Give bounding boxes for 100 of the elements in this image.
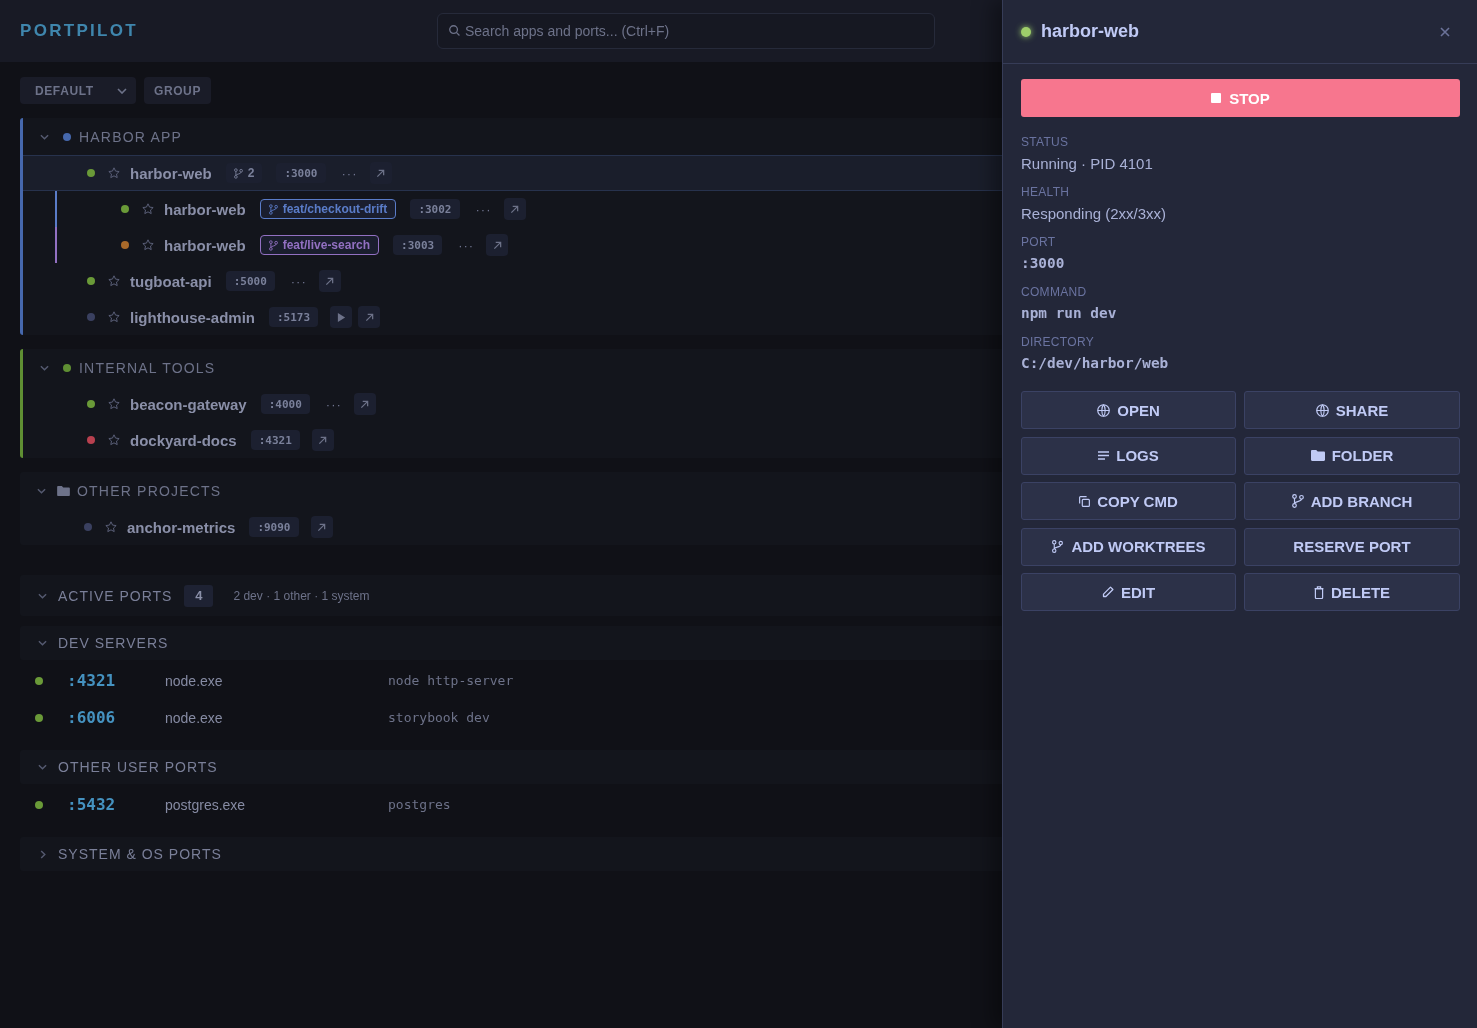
section-title: ACTIVE PORTS [58,587,173,604]
open-button[interactable] [369,162,392,184]
close-button[interactable] [1439,25,1451,38]
app-name: harbor-web [164,236,246,254]
group-title: HARBOR APP [79,128,183,145]
open-button[interactable] [353,393,376,415]
field-label: COMMAND [1021,284,1088,300]
logs-button[interactable]: LOGS [1021,436,1236,475]
share-button[interactable]: SHARE [1244,391,1460,429]
app-name: harbor-web [164,200,246,218]
caret-icon[interactable] [40,133,49,140]
arrow-icon [492,240,502,250]
app-row[interactable]: anchor-metrics :9090 [20,509,1002,545]
worktrees-button[interactable]: ADD WORKTREES [1021,527,1236,566]
search-field[interactable]: Search apps and ports... (Ctrl+F) [437,13,935,49]
port-number: :4321 [67,671,117,690]
app-name: anchor-metrics [127,518,236,536]
app-name: lighthouse-admin [130,308,255,326]
branch-icon [268,203,278,215]
open-button[interactable] [358,306,381,328]
field-label: HEALTH [1021,184,1071,200]
caret-icon[interactable] [38,640,47,646]
group-title: INTERNAL TOOLS [79,359,216,376]
branch-name: feat/live-search [282,238,371,252]
app-row[interactable]: harbor-web 2 :3000 ··· [23,155,1002,191]
port-badge: :5173 [269,307,319,327]
star-icon[interactable] [108,398,120,410]
star-icon[interactable] [142,203,154,215]
process-name: node.exe [165,709,224,726]
edit-button[interactable]: EDIT [1021,573,1236,611]
app-name: tugboat-api [130,272,212,290]
star-icon[interactable] [108,167,120,179]
copy-button[interactable]: COPY CMD [1021,482,1236,520]
port-badge: :3000 [276,163,326,183]
trash-icon [1313,585,1324,599]
caret-icon[interactable] [40,849,46,859]
field-label: PORT [1021,234,1057,250]
command-text: postgres [388,797,451,812]
delete-button[interactable]: DELETE [1244,573,1460,611]
branch-icon [268,239,278,251]
caret-icon [117,87,127,94]
open-button[interactable] [486,234,509,256]
app-row[interactable]: tugboat-api :5000 ··· [23,263,1002,299]
star-icon[interactable] [142,239,154,251]
arrow-icon [510,204,519,214]
app-row[interactable]: dockyard-docs :4321 [23,422,1002,458]
app-row[interactable]: harbor-web feat/live-search :3003 ··· [23,227,1002,263]
open-button[interactable] [503,198,526,220]
open-button[interactable] [310,516,333,538]
app-logo: PORTPILOT [20,21,139,41]
port-number: :6006 [67,708,117,727]
branch-button[interactable]: ADD BRANCH [1244,482,1460,520]
command-text: storybook dev [388,710,490,725]
close-icon [1440,26,1450,37]
caret-icon[interactable] [37,487,46,494]
branch-icon [233,167,243,179]
star-icon[interactable] [105,521,117,533]
open-button[interactable] [318,270,341,292]
app-name: harbor-web [130,164,212,182]
group-button[interactable]: GROUP [144,77,211,104]
field-value: npm run dev [1021,304,1118,323]
globe-icon [1097,403,1111,417]
app-row[interactable]: beacon-gateway :4000 ··· [23,386,1002,422]
open-button[interactable] [311,429,334,451]
arrow-icon [317,522,326,532]
arrow-icon [325,276,335,286]
app-name: dockyard-docs [130,431,237,449]
field-label: STATUS [1021,134,1070,150]
more-indicator: ··· [325,396,342,412]
branch-icon [1291,494,1304,508]
category-title: OTHER USER PORTS [58,759,218,775]
port-badge: :9090 [249,517,299,537]
panel-title: harbor-web [1041,21,1139,42]
port-badge: :3003 [393,235,443,255]
reserve-button[interactable]: RESERVE PORT [1244,527,1460,566]
view-dropdown[interactable]: DEFAULT [20,77,136,104]
command-text: node http-server [388,673,514,688]
field-value: Responding (2xx/3xx) [1021,204,1168,224]
app-row[interactable]: harbor-web feat/checkout-drift :3002 ··· [23,191,1002,227]
folder-button[interactable]: FOLDER [1244,436,1460,475]
app-row[interactable]: lighthouse-admin :5173 [23,299,1002,335]
more-indicator: ··· [341,165,358,181]
star-icon[interactable] [108,311,120,323]
port-badge: :4000 [260,394,310,414]
port-badge: :3002 [410,199,460,219]
star-icon[interactable] [108,434,120,446]
open-button[interactable]: OPEN [1021,391,1236,429]
caret-icon[interactable] [38,764,47,770]
arrow-icon [360,399,370,409]
caret-icon[interactable] [38,592,47,599]
more-indicator: ··· [458,237,475,253]
search-icon [449,25,460,36]
pencil-icon [1101,586,1114,598]
arrow-icon [364,312,374,322]
count-badge: 4 [184,584,214,607]
star-icon[interactable] [108,275,120,287]
caret-icon[interactable] [40,364,49,371]
group-title: OTHER PROJECTS [77,482,222,499]
start-button[interactable] [330,306,353,328]
port-badge: :4321 [250,430,300,450]
